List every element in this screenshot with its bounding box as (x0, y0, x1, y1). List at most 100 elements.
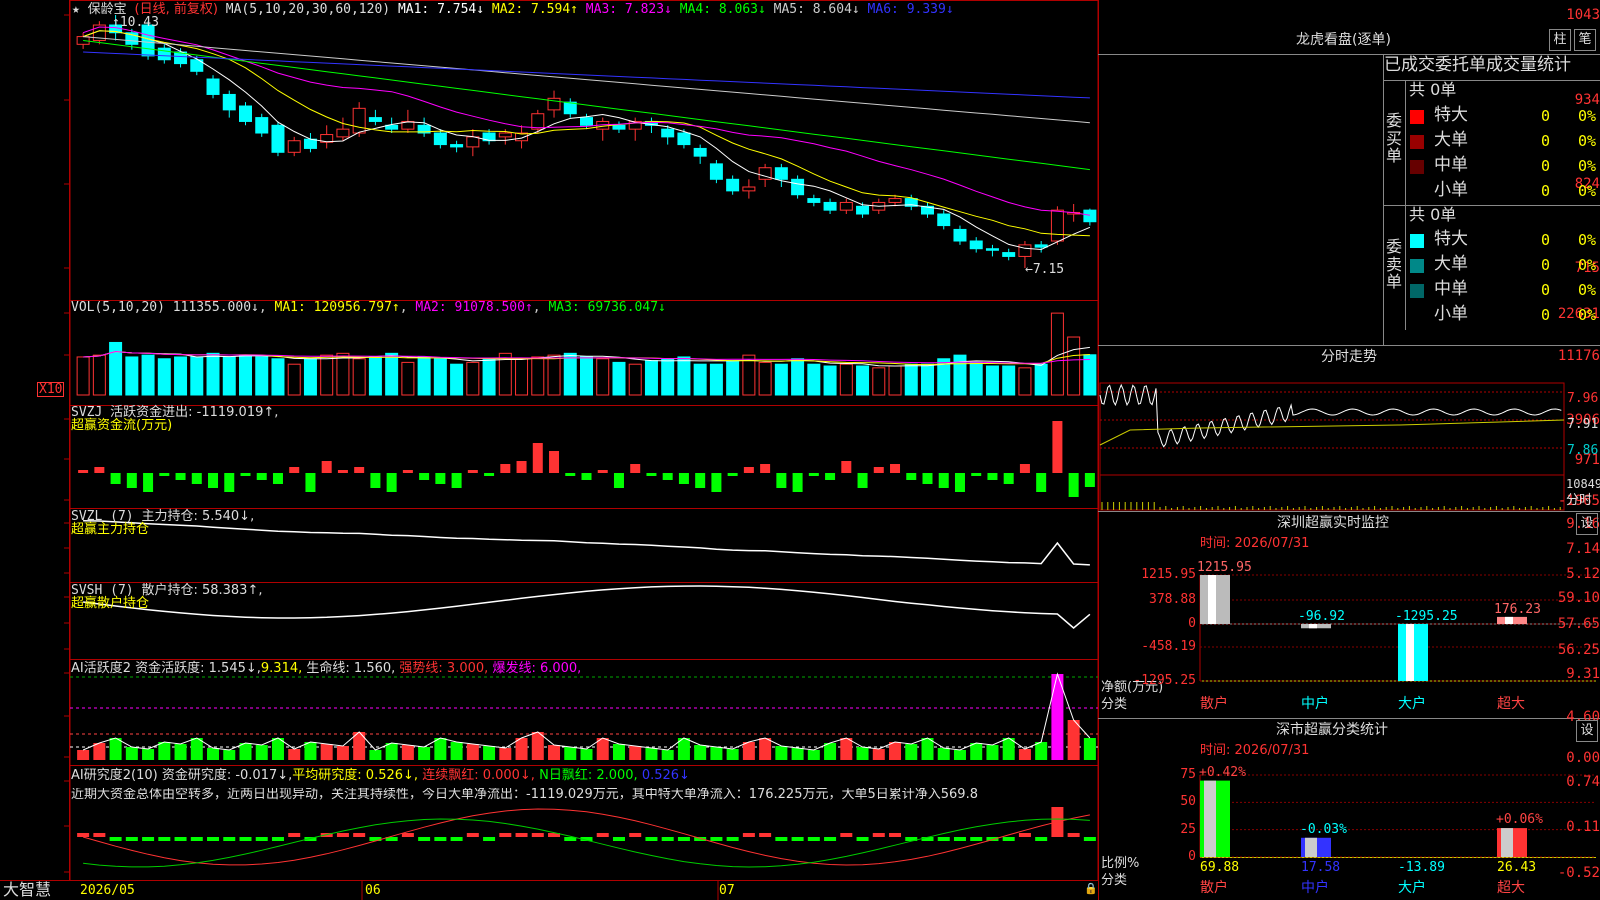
buy-label: 委买单 (1386, 111, 1403, 166)
monitor-y-label: 0 (1188, 616, 1196, 631)
ma-label-6: MA6: 9.339↓ (859, 2, 954, 17)
price-y-934: 934 (1574, 92, 1600, 108)
high-label: ↑10.43 (112, 15, 159, 30)
ai1-header: AI活跃度2 资金活跃度: 1.545↓,9.314, 生命线: 1.560, … (71, 661, 582, 676)
monitor-bar-label: 176.23 (1494, 601, 1541, 617)
classify-value-label: 69.88 (1200, 860, 1240, 875)
ai2-y-3: -0.52 (1557, 865, 1600, 881)
stroke-mode-button[interactable]: 笔 (1574, 29, 1596, 51)
monitor-cat-name: 散户 (1200, 696, 1228, 712)
svsh-y-2: 57.65 (1557, 616, 1600, 632)
classify-cat-name: 散户 (1200, 880, 1228, 896)
low-label: ←7.15 (1025, 262, 1065, 277)
monitor-cat-name: 大户 (1398, 696, 1426, 712)
column-mode-button[interactable]: 柱 (1549, 29, 1571, 51)
classify-delta-label: -0.03% (1300, 821, 1347, 837)
star-icon[interactable]: ★ (72, 2, 80, 17)
svsh-y-3: 56.25 (1557, 642, 1600, 658)
lock-icon[interactable]: 🔒 (1084, 883, 1098, 894)
side-title: 龙虎看盘(逐单) (1296, 32, 1391, 48)
classify-cat-name: 大户 (1398, 880, 1426, 896)
classify-time: 时间: 2026/07/31 (1200, 743, 1310, 758)
monitor-bar-shine (1505, 616, 1513, 624)
buy-row-swatch (1410, 160, 1424, 174)
classify-value-label: 26.43 (1497, 860, 1537, 875)
monitor-bar-label: -1295.25 (1395, 609, 1458, 624)
buy-row-name: 小单 (1434, 180, 1468, 200)
intraday-vol-unit: 分时 (1566, 493, 1593, 508)
buy-row-name: 大单 (1434, 130, 1468, 150)
ai1-y-1: 9.31 (1566, 666, 1600, 682)
sell-row-pct: 0% (1578, 231, 1597, 249)
monitor-cat-name: 超大 (1497, 696, 1525, 712)
monitor-bar-label: -96.92 (1298, 609, 1345, 624)
intraday-y-1: 7.96 (1567, 391, 1599, 406)
classify-cat-name: 超大 (1497, 880, 1525, 896)
svzl-header: SVZL (7) 主力持仓: 5.540↓, 超赢主力持仓 (71, 509, 255, 537)
date-label-jun: 06 (365, 883, 381, 898)
ai2-y-2: 0.11 (1566, 819, 1600, 835)
buy-row-name: 特大 (1434, 105, 1468, 125)
ma-params: MA(5,10,20,30,60,120) (225, 2, 391, 17)
buy-total: 共 0单 (1409, 80, 1457, 99)
intraday-avg-line (1099, 419, 1565, 446)
monitor-title: 深圳超赢实时监控 (1277, 515, 1389, 531)
svzl-y-3: 5.12 (1566, 566, 1600, 582)
ai-comment: 近期大资金总体由空转多，近两日出现异动，关注其持续性，今日大单净流出：-1119… (71, 788, 978, 801)
sell-row-swatch (1410, 284, 1424, 298)
monitor-y-label: 378.88 (1149, 592, 1196, 607)
classify-bar-shine (1204, 780, 1216, 857)
sell-row-name: 小单 (1434, 304, 1468, 324)
side-svg (1098, 54, 1600, 858)
sell-row-value: 0 (1541, 256, 1551, 274)
sell-row-swatch (1410, 259, 1424, 273)
date-label-jul: 07 (719, 883, 735, 898)
sell-row-value: 0 (1541, 306, 1551, 324)
buy-row-value: 0 (1541, 157, 1551, 175)
monitor-bar-shine (1406, 624, 1414, 681)
svzl-y-2: 7.14 (1566, 541, 1600, 557)
intraday-y-2: 7.91 (1567, 417, 1599, 432)
buy-row-value: 0 (1541, 182, 1551, 200)
ma-label-4: MA4: 8.063↓ (671, 2, 766, 17)
date-label-may: 2026/05 (80, 883, 135, 898)
vol-unit-badge: X10 (37, 382, 65, 397)
ai2-y-1: 0.74 (1566, 774, 1600, 790)
buy-row-pct: 0% (1578, 157, 1597, 175)
buy-row-name: 中单 (1434, 155, 1468, 175)
intraday-price-line (1099, 383, 1562, 448)
monitor-y-label: 1215.95 (1141, 567, 1196, 582)
buy-row-value: 0 (1541, 132, 1551, 150)
ma-label-2: MA2: 7.594↑ (484, 2, 578, 17)
brand-logo: 大智慧 (3, 880, 52, 899)
sell-row-swatch (1410, 234, 1424, 248)
ma-label-5: MA5: 8.604↓ (765, 2, 860, 17)
classify-settings-button[interactable]: 设 (1576, 720, 1598, 742)
buy-row-pct: 0% (1578, 132, 1597, 150)
stats-title: 已成交委托单成交量统计 (1384, 55, 1571, 75)
ai1-y-3: 0.00 (1566, 750, 1600, 766)
sell-row-pct: 0% (1578, 306, 1597, 324)
monitor-cat-name: 中户 (1301, 696, 1329, 712)
classify-y-label: 0 (1188, 849, 1196, 864)
sell-row-pct: 0% (1578, 281, 1597, 299)
sell-row-name: 特大 (1434, 229, 1468, 249)
classify-bar-shine (1501, 828, 1513, 857)
intraday-title: 分时走势 (1321, 349, 1377, 365)
buy-row-swatch (1410, 135, 1424, 149)
classify-value-label: -13.89 (1398, 860, 1445, 875)
buy-row-pct: 0% (1578, 182, 1597, 200)
classify-y-label: 25 (1180, 821, 1196, 837)
svsh-header: SVSH (7) 散户持仓: 58.383↑, 超赢散户持仓 (71, 583, 263, 611)
buy-row-value: 0 (1541, 107, 1551, 125)
classify-title: 深市超赢分类统计 (1276, 722, 1388, 738)
monitor-settings-button[interactable]: 设 (1576, 513, 1598, 535)
classify-cat-name: 中户 (1301, 880, 1329, 896)
classify-delta-label: +0.42% (1199, 764, 1246, 780)
monitor-y-label: -1295.25 (1133, 673, 1196, 688)
classify-cat-label: 分类 (1101, 873, 1128, 888)
monitor-time: 时间: 2026/07/31 (1200, 536, 1310, 551)
price-y-1043: 1043 (1566, 7, 1600, 23)
vol-y-2: 11176 (1557, 348, 1600, 364)
intraday-y-3: 7.86 (1567, 443, 1599, 458)
